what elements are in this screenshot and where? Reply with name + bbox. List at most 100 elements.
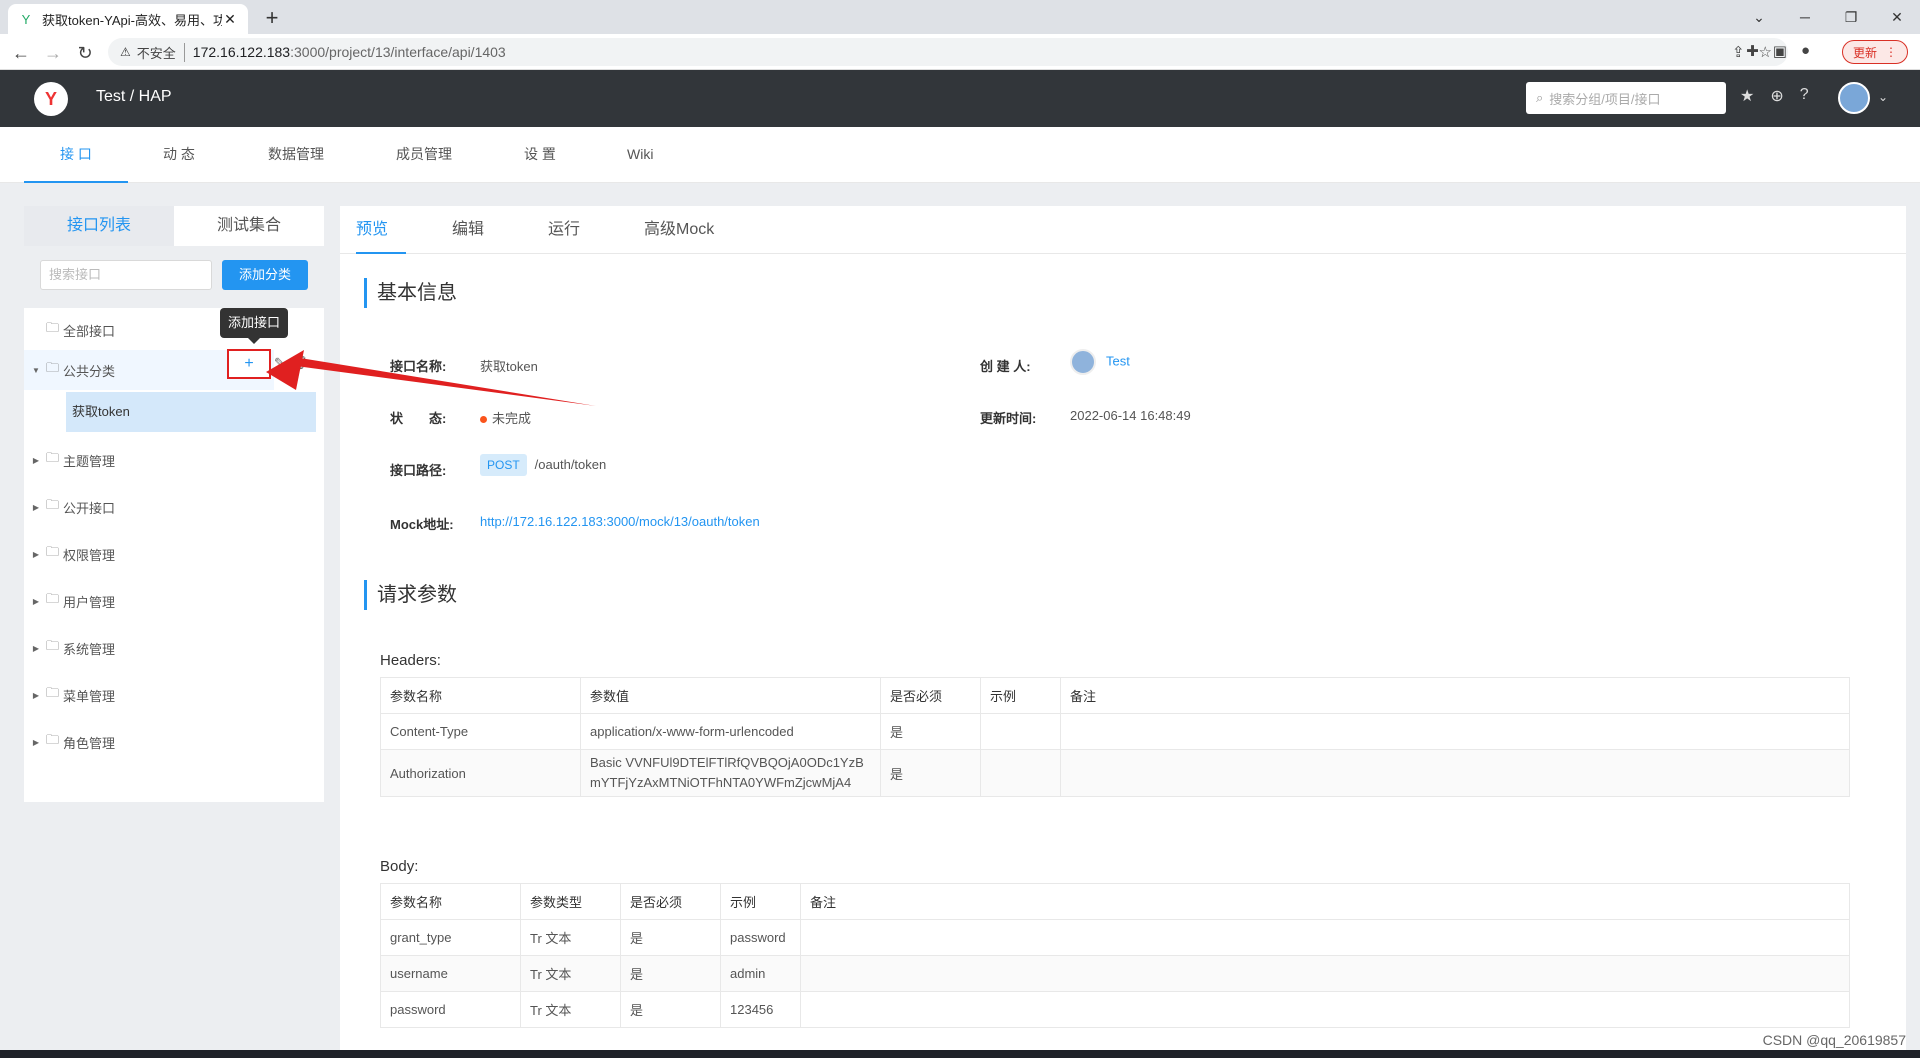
tab-preview[interactable]: 预览 (356, 206, 406, 254)
browser-tab[interactable]: Y 获取token-YApi-高效、易用、功 ✕ (8, 4, 248, 34)
forward-icon[interactable]: → (42, 42, 64, 64)
table-row: grant_type Tr 文本 是 password (380, 919, 1850, 956)
breadcrumb[interactable]: Test / HAP (96, 88, 172, 106)
table-row: Content-Type application/x-www-form-urle… (380, 713, 1850, 750)
project-nav: 接 口 动 态 数据管理 成员管理 设 置 Wiki (0, 127, 1920, 183)
back-icon[interactable]: ← (10, 42, 32, 64)
extensions-icon[interactable]: ✚ (1746, 42, 1759, 60)
url-field[interactable]: ⚠ 不安全 172.16.122.183 :3000/project/13/in… (108, 38, 1788, 66)
tree-item-role[interactable]: ▶ 🗀 角色管理 (24, 722, 324, 762)
caret-right-icon[interactable]: ▶ (26, 503, 46, 512)
header-col: 示例 (980, 677, 1061, 714)
tree-item-theme[interactable]: ▶ 🗀 主题管理 (24, 440, 324, 480)
restore-icon[interactable]: ❐ (1828, 0, 1874, 34)
watermark: CSDN @qq_20619857 (1762, 1032, 1906, 1048)
body-label: Body: (380, 858, 419, 875)
star-icon[interactable]: ★ (1740, 86, 1754, 106)
tab-search-icon[interactable]: ⌄ (1736, 0, 1782, 34)
minimize-icon[interactable]: ─ (1782, 0, 1828, 34)
yapi-favicon-icon: Y (21, 11, 31, 27)
update-button[interactable]: 更新 ⋮ (1841, 40, 1908, 64)
tree-item-open[interactable]: ▶ 🗀 公开接口 (24, 487, 324, 527)
headers-label: Headers: (380, 652, 441, 669)
global-search-input[interactable]: ⌕ 搜索分组/项目/接口 (1526, 82, 1726, 114)
nav-members[interactable]: 成员管理 (396, 127, 452, 183)
close-window-icon[interactable]: ✕ (1874, 0, 1920, 34)
status-value: 未完成 (492, 411, 532, 426)
tab-test-collection[interactable]: 测试集合 (174, 206, 324, 246)
close-tab-icon[interactable]: ✕ (222, 11, 238, 28)
tab-edit[interactable]: 编辑 (452, 206, 484, 254)
new-tab-icon[interactable]: + (258, 4, 286, 32)
nav-wiki[interactable]: Wiki (627, 127, 653, 183)
nav-interface[interactable]: 接 口 (24, 127, 128, 183)
caret-right-icon[interactable]: ▶ (26, 644, 46, 653)
creator-label: 创 建 人: (980, 359, 1031, 374)
taskbar (0, 1050, 1920, 1058)
body-table: 参数名称 参数类型 是否必须 示例 备注 grant_type Tr 文本 是 … (380, 883, 1850, 1028)
tab-advanced-mock[interactable]: 高级Mock (644, 206, 714, 254)
tree-item-label: 公共分类 (63, 363, 116, 379)
folder-icon: 🗀 (46, 360, 60, 375)
edit-icon[interactable]: ✎ (274, 355, 285, 371)
window-controls: ⌄ ─ ❐ ✕ (1736, 0, 1920, 34)
reload-icon[interactable]: ↻ (74, 42, 96, 64)
tree-item-menu[interactable]: ▶ 🗀 菜单管理 (24, 675, 324, 715)
caret-right-icon[interactable]: ▶ (26, 691, 46, 700)
delete-icon[interactable]: 🗑 (291, 355, 308, 371)
more-icon: ⋮ (1885, 45, 1897, 59)
table-row: username Tr 文本 是 admin (380, 955, 1850, 992)
warning-icon: ⚠ (120, 45, 131, 59)
folder-icon: 🗀 (46, 544, 60, 559)
tab-title: 获取token-YApi-高效、易用、功 (42, 12, 222, 28)
header-col: 参数名称 (380, 677, 581, 714)
share-icon[interactable]: ⇪ (1732, 43, 1745, 61)
caret-right-icon[interactable]: ▶ (26, 550, 46, 559)
header-col: 示例 (720, 883, 801, 920)
creator-value[interactable]: Test (1106, 353, 1130, 368)
caret-down-icon[interactable]: ▼ (26, 366, 46, 375)
header-col: 是否必须 (620, 883, 721, 920)
add-interface-button[interactable]: + (227, 349, 271, 379)
interface-search-input[interactable]: 搜索接口 (40, 260, 212, 290)
folder-icon: 🗀 (46, 591, 60, 606)
interface-name-label: 接口名称: (390, 359, 447, 374)
tree-item-user[interactable]: ▶ 🗀 用户管理 (24, 581, 324, 621)
tree-item-get-token[interactable]: 获取token (66, 392, 316, 432)
add-category-button[interactable]: 添加分类 (222, 260, 308, 290)
table-row: password Tr 文本 是 123456 (380, 991, 1850, 1028)
path-label: 接口路径: (390, 463, 447, 478)
add-interface-tooltip: 添加接口 (220, 308, 288, 344)
chevron-down-icon[interactable]: ⌄ (1878, 90, 1888, 104)
nav-activity[interactable]: 动 态 (163, 127, 195, 183)
nav-settings[interactable]: 设 置 (524, 127, 556, 183)
caret-right-icon[interactable]: ▶ (26, 456, 46, 465)
profile-icon[interactable]: ● (1801, 42, 1810, 60)
tree-item-system[interactable]: ▶ 🗀 系统管理 (24, 628, 324, 668)
caret-right-icon[interactable]: ▶ (26, 597, 46, 606)
sidepanel-icon[interactable]: ▣ (1773, 42, 1787, 60)
app-header: Y Test / HAP ⌕ 搜索分组/项目/接口 ★ ⊕ ? ⌄ (0, 70, 1920, 127)
help-icon[interactable]: ? (1800, 86, 1809, 106)
user-avatar[interactable] (1838, 82, 1870, 114)
tree-item-label: 角色管理 (63, 735, 116, 751)
tree-item-label: 权限管理 (63, 547, 116, 563)
folder-icon: 🗀 (46, 732, 60, 747)
caret-right-icon[interactable]: ▶ (26, 738, 46, 747)
add-circle-icon[interactable]: ⊕ (1770, 86, 1783, 106)
headers-table: 参数名称 参数值 是否必须 示例 备注 Content-Type applica… (380, 677, 1850, 797)
nav-data-management[interactable]: 数据管理 (268, 127, 324, 183)
tab-interface-list[interactable]: 接口列表 (24, 206, 174, 246)
tab-run[interactable]: 运行 (548, 206, 580, 254)
tree-item-label: 公开接口 (63, 500, 116, 516)
mock-url-link[interactable]: http://172.16.122.183:3000/mock/13/oauth… (480, 514, 760, 529)
category-actions: ✎ 🗑 (274, 355, 307, 371)
creator[interactable]: Test (1070, 349, 1130, 375)
request-params-title: 请求参数 (364, 580, 457, 610)
folder-icon: 🗀 (46, 685, 60, 700)
search-icon: ⌕ (1536, 90, 1544, 105)
tree-item-label: 用户管理 (63, 594, 116, 610)
tree-item-label: 主题管理 (63, 453, 116, 469)
yapi-logo-icon[interactable]: Y (34, 82, 68, 116)
tree-item-permission[interactable]: ▶ 🗀 权限管理 (24, 534, 324, 574)
